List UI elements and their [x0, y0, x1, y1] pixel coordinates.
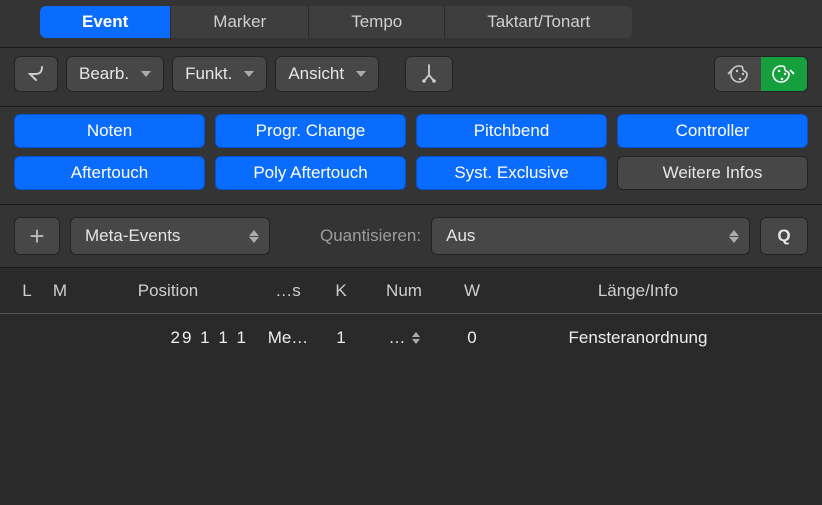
- filter-controller-button[interactable]: Controller: [617, 114, 808, 148]
- edit-menu-button[interactable]: Bearb.: [66, 56, 164, 92]
- quantize-value: Aus: [446, 226, 475, 246]
- top-tab-bar: Event Marker Tempo Taktart/Tonart: [0, 0, 822, 48]
- cell-w[interactable]: 0: [444, 328, 500, 348]
- split-quantize-icon: [418, 63, 440, 85]
- col-m[interactable]: M: [42, 281, 78, 301]
- function-menu-button[interactable]: Funkt.: [172, 56, 267, 92]
- plus-icon: +: [29, 223, 44, 249]
- palette-left-button[interactable]: [715, 57, 761, 91]
- col-s[interactable]: …s: [258, 281, 318, 301]
- filter-program-change-button[interactable]: Progr. Change: [215, 114, 406, 148]
- chevron-down-icon: [356, 71, 366, 77]
- filter-more-info-button[interactable]: Weitere Infos: [617, 156, 808, 190]
- event-type-label: Meta-Events: [85, 226, 180, 246]
- col-k[interactable]: K: [318, 281, 364, 301]
- return-arrow-icon: [26, 64, 46, 84]
- palette-right-button[interactable]: [761, 57, 807, 91]
- color-palette-toggle: [714, 56, 808, 92]
- tab-event[interactable]: Event: [40, 6, 171, 38]
- table-row[interactable]: 29 1 1 1 Me… 1 … 0 Fensteranordnung: [0, 314, 822, 362]
- col-l[interactable]: L: [12, 281, 42, 301]
- stepper-icon: [729, 230, 739, 243]
- event-filter-row: Noten Progr. Change Pitchbend Controller…: [0, 107, 822, 205]
- tab-marker[interactable]: Marker: [171, 6, 309, 38]
- col-w[interactable]: W: [444, 281, 500, 301]
- main-tab-group: Event Marker Tempo Taktart/Tonart: [40, 6, 632, 38]
- view-menu-button[interactable]: Ansicht: [275, 56, 379, 92]
- chevron-down-icon: [244, 71, 254, 77]
- quantize-apply-button[interactable]: Q: [760, 217, 808, 255]
- filter-aftertouch-button[interactable]: Aftertouch: [14, 156, 205, 190]
- quantize-label: Quantisieren:: [320, 226, 421, 246]
- toolbar: Bearb. Funkt. Ansicht: [0, 48, 822, 107]
- quantize-select[interactable]: Aus: [431, 217, 750, 255]
- cell-length-info[interactable]: Fensteranordnung: [500, 328, 776, 348]
- quantize-tool-button[interactable]: [405, 56, 453, 92]
- stepper-icon: [249, 230, 259, 243]
- cell-position[interactable]: 29 1 1 1: [78, 328, 258, 348]
- col-num[interactable]: Num: [364, 281, 444, 301]
- edit-menu-label: Bearb.: [79, 64, 129, 84]
- cell-num[interactable]: …: [364, 328, 444, 348]
- filter-poly-aftertouch-button[interactable]: Poly Aftertouch: [215, 156, 406, 190]
- palette-icon: [771, 62, 797, 86]
- add-event-button[interactable]: +: [14, 217, 60, 255]
- tab-tempo[interactable]: Tempo: [309, 6, 445, 38]
- col-position[interactable]: Position: [78, 281, 258, 301]
- stepper-icon: [412, 332, 420, 344]
- filter-sysex-button[interactable]: Syst. Exclusive: [416, 156, 607, 190]
- event-table-header: L M Position …s K Num W Länge/Info: [0, 268, 822, 314]
- chevron-down-icon: [141, 71, 151, 77]
- function-menu-label: Funkt.: [185, 64, 232, 84]
- event-subbar: + Meta-Events Quantisieren: Aus Q: [0, 205, 822, 268]
- palette-icon: [725, 62, 751, 86]
- cell-k[interactable]: 1: [318, 328, 364, 348]
- view-menu-label: Ansicht: [288, 64, 344, 84]
- col-length-info[interactable]: Länge/Info: [500, 281, 776, 301]
- back-button[interactable]: [14, 56, 58, 92]
- event-type-select[interactable]: Meta-Events: [70, 217, 270, 255]
- filter-pitchbend-button[interactable]: Pitchbend: [416, 114, 607, 148]
- cell-num-value: …: [389, 328, 406, 348]
- tab-taktart-tonart[interactable]: Taktart/Tonart: [445, 6, 632, 38]
- cell-s[interactable]: Me…: [258, 328, 318, 348]
- filter-notes-button[interactable]: Noten: [14, 114, 205, 148]
